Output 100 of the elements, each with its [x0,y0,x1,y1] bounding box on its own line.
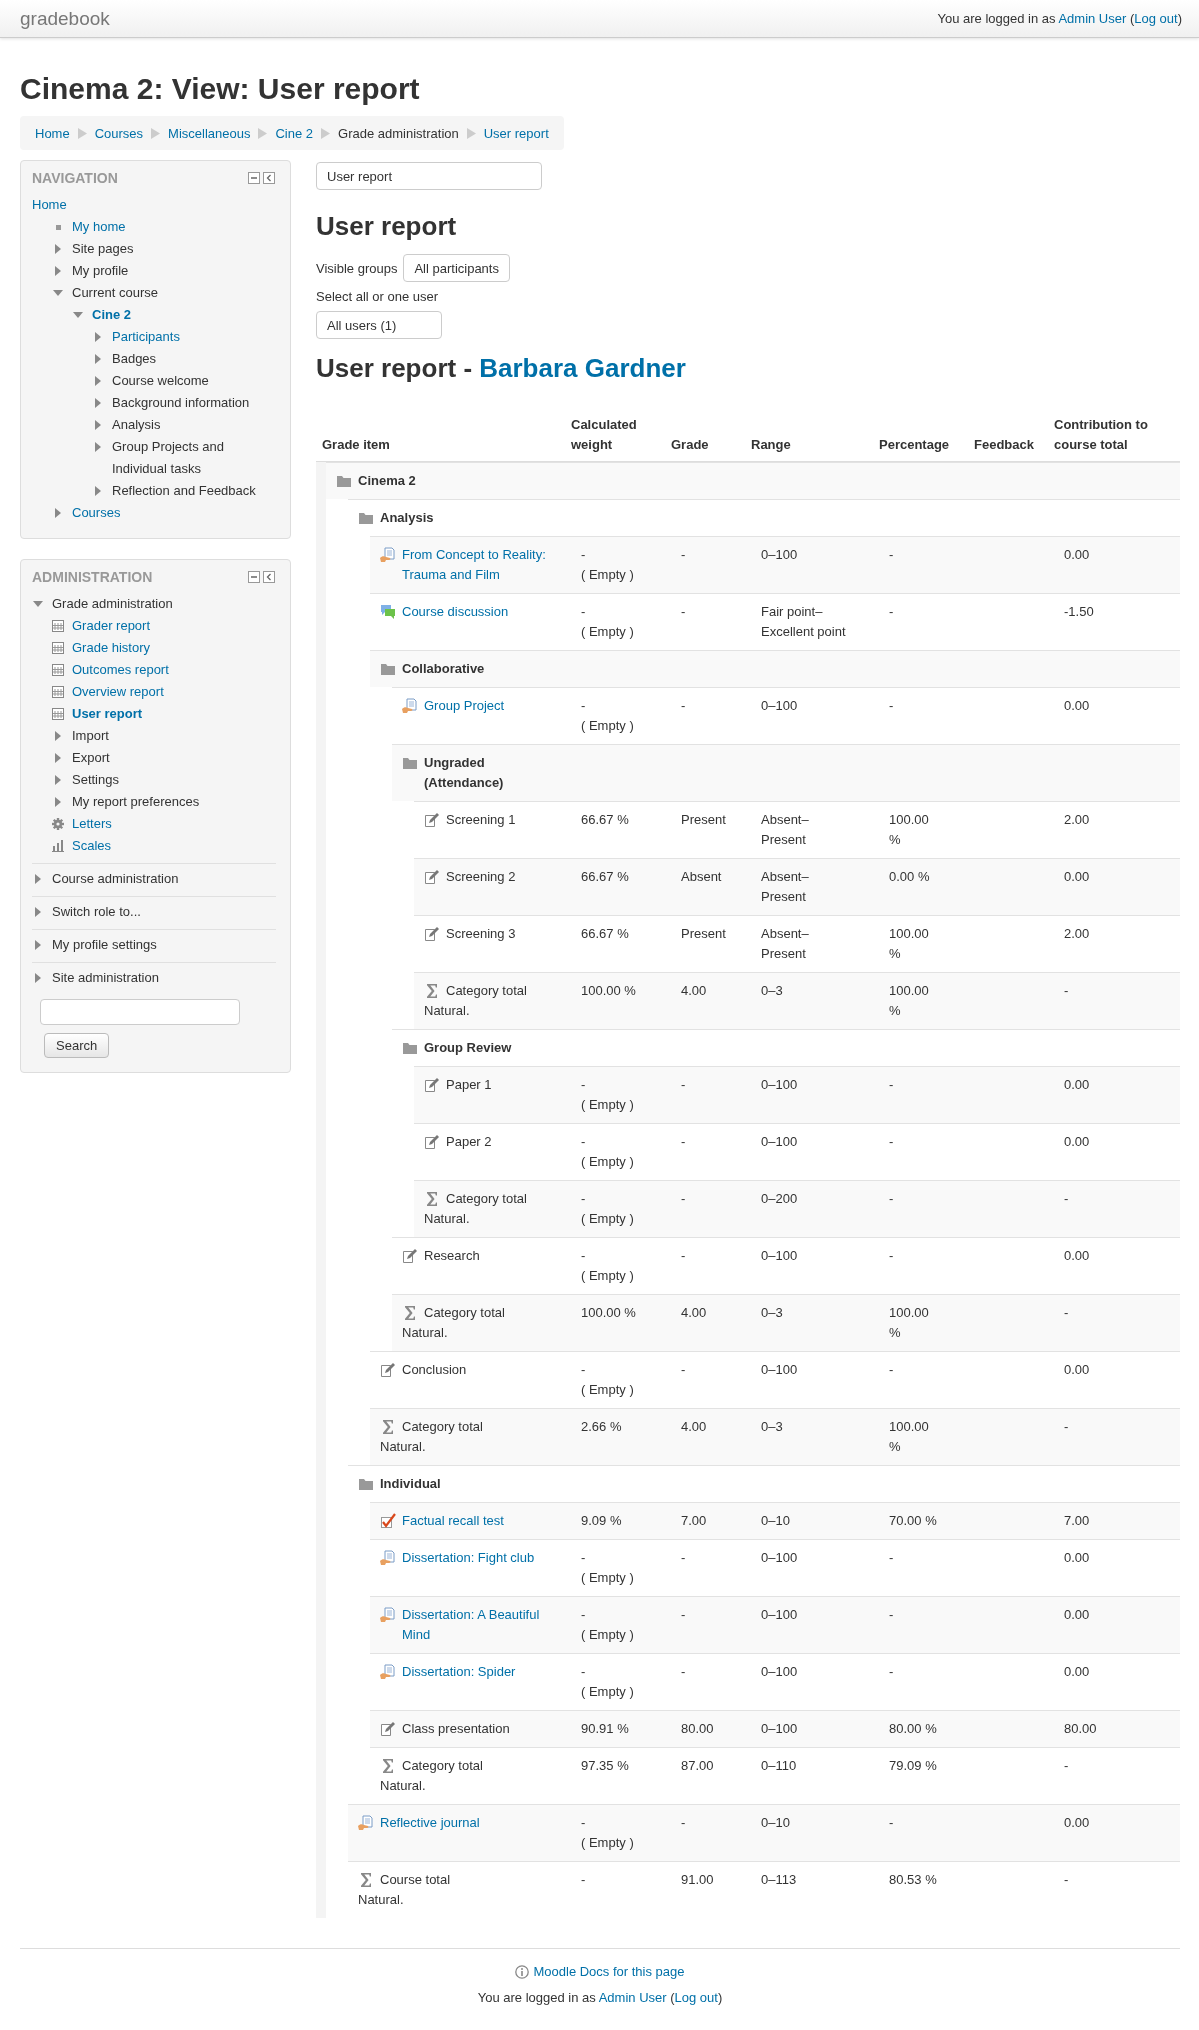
expanded-arrow-icon[interactable] [33,601,43,607]
nav-item[interactable]: Analysis [92,414,276,436]
nav-item[interactable]: Current course [52,282,276,304]
groups-dropdown[interactable]: All participants [403,254,510,282]
table-cell-text: 100.00 % [889,811,930,849]
user-link[interactable]: Log out [1134,11,1178,26]
collapsed-arrow-icon[interactable] [35,940,41,950]
nav-item[interactable]: Course welcome [92,370,276,392]
grade-item-link[interactable]: Course discussion [402,602,509,622]
student-link[interactable]: Barbara Gardner [479,353,686,383]
table-cell-text: 100.00 % [889,1418,930,1456]
block-controls-icon[interactable] [248,172,276,184]
table-cell-text: - [680,1549,687,1567]
collapsed-arrow-icon[interactable] [95,420,101,430]
nav-item[interactable]: My report preferences [52,791,276,813]
breadcrumb-link[interactable]: Home [35,125,70,141]
collapsed-arrow-icon[interactable] [55,266,61,276]
category-name: Group Review [424,1039,512,1057]
user-dropdown[interactable]: All users (1) [316,311,442,339]
nav-item[interactable]: Grade administration [32,593,276,615]
edit-icon [380,1362,396,1378]
weight-value: - [581,1871,587,1889]
site-name[interactable]: gradebook [20,7,110,30]
nav-link[interactable]: Grade history [52,637,276,659]
breadcrumb-link[interactable]: Courses [94,125,144,141]
table-cell-text: 91.00 [680,1871,715,1889]
search-button[interactable]: Search [44,1033,110,1058]
nav-item[interactable]: Import [52,725,276,747]
grade-item-link[interactable]: Dissertation: Fight club [402,1548,535,1568]
breadcrumb-link[interactable]: Miscellaneous [168,125,251,141]
grade-item-name: Screening 1 [446,811,516,829]
collapsed-arrow-icon[interactable] [55,775,61,785]
nav-item[interactable]: Badges [92,348,276,370]
weight-note: ( Empty ) [581,1834,635,1852]
user-link[interactable]: Log out [674,1990,718,2005]
nav-link[interactable]: Outcomes report [52,659,276,681]
login-text: You are logged in as Admin User (Log out) [937,11,1182,26]
breadcrumb-link[interactable]: User report [483,125,549,141]
nav-item[interactable]: Course administration [32,868,276,890]
edit-icon [424,1077,440,1093]
document-hand-icon [380,1664,396,1680]
collapsed-arrow-icon[interactable] [95,376,101,386]
report-dropdown[interactable]: User report [316,162,542,190]
weight-note: ( Empty ) [581,1096,635,1114]
user-link[interactable]: Admin User [1058,11,1127,26]
collapsed-arrow-icon[interactable] [55,753,61,763]
nav-item[interactable]: Reflection and Feedback [92,480,276,502]
nav-item[interactable]: Background information [92,392,276,414]
collapsed-arrow-icon[interactable] [55,244,61,254]
collapsed-arrow-icon[interactable] [55,797,61,807]
nav-link[interactable]: Grader report [52,615,276,637]
nav-item[interactable]: Site administration [32,967,276,989]
grade-item-link[interactable]: Group Project [424,696,505,716]
nav-link[interactable]: User report [52,703,276,725]
nav-link[interactable]: Courses [52,502,276,524]
nav-item[interactable]: Site pages [52,238,276,260]
user-link[interactable]: Admin User [598,1990,667,2005]
nav-link[interactable]: Overview report [52,681,276,703]
nav-item[interactable]: Switch role to... [32,901,276,923]
collapsed-arrow-icon[interactable] [95,398,101,408]
nav-link[interactable]: Letters [52,813,276,835]
search-field[interactable] [40,999,240,1025]
nav-link[interactable]: Home [32,194,276,216]
block-controls-icon[interactable] [248,571,276,583]
collapsed-arrow-icon[interactable] [35,874,41,884]
table-cell-text: - [680,1663,687,1681]
nav-item[interactable]: Group Projects and Individual tasks [92,436,276,480]
nav-link[interactable]: My home [52,216,276,238]
table-cell-text: 7.00 [1063,1512,1091,1530]
aggregation-note: Natural. [380,1777,427,1795]
breadcrumb-link[interactable]: Cine 2 [275,125,314,141]
weight-value: 66.67 % [581,925,630,943]
collapsed-arrow-icon[interactable] [35,973,41,983]
grade-item-link[interactable]: Dissertation: Spider [402,1662,516,1682]
collapsed-arrow-icon[interactable] [55,731,61,741]
collapsed-arrow-icon[interactable] [55,508,61,518]
collapsed-arrow-icon[interactable] [95,354,101,364]
nav-link[interactable]: Scales [52,835,276,857]
nav-item[interactable]: Export [52,747,276,769]
grade-item-link[interactable]: Factual recall test [402,1511,504,1531]
table-cell-text: - [889,1190,895,1208]
docs-link[interactable]: Moodle Docs for this page [533,1962,685,1982]
collapsed-arrow-icon[interactable] [95,486,101,496]
nav-item[interactable]: My profile settings [32,934,276,956]
nav-item[interactable]: My profile [52,260,276,282]
grade-item-link[interactable]: From Concept to Reality: Trauma and Film [402,545,559,585]
collapsed-arrow-icon[interactable] [95,332,101,342]
grade-item-link[interactable]: Reflective journal [380,1813,480,1833]
expanded-arrow-icon[interactable] [53,290,63,296]
nav-link[interactable]: Participants [92,326,276,348]
table-cell-text: Fair point–Excellent point [761,603,847,641]
table-cell-text: 0.00 [1063,1076,1091,1094]
nav-item[interactable]: Settings [52,769,276,791]
expanded-arrow-icon[interactable] [73,312,83,318]
collapsed-arrow-icon[interactable] [35,907,41,917]
collapsed-arrow-icon[interactable] [95,442,101,452]
grade-item-link[interactable]: Dissertation: A Beautiful Mind [402,1605,559,1645]
nav-link[interactable]: Cine 2 [72,304,276,326]
table-cell-text: Absent–Present [761,868,810,906]
speech-bubbles-icon [380,604,396,620]
